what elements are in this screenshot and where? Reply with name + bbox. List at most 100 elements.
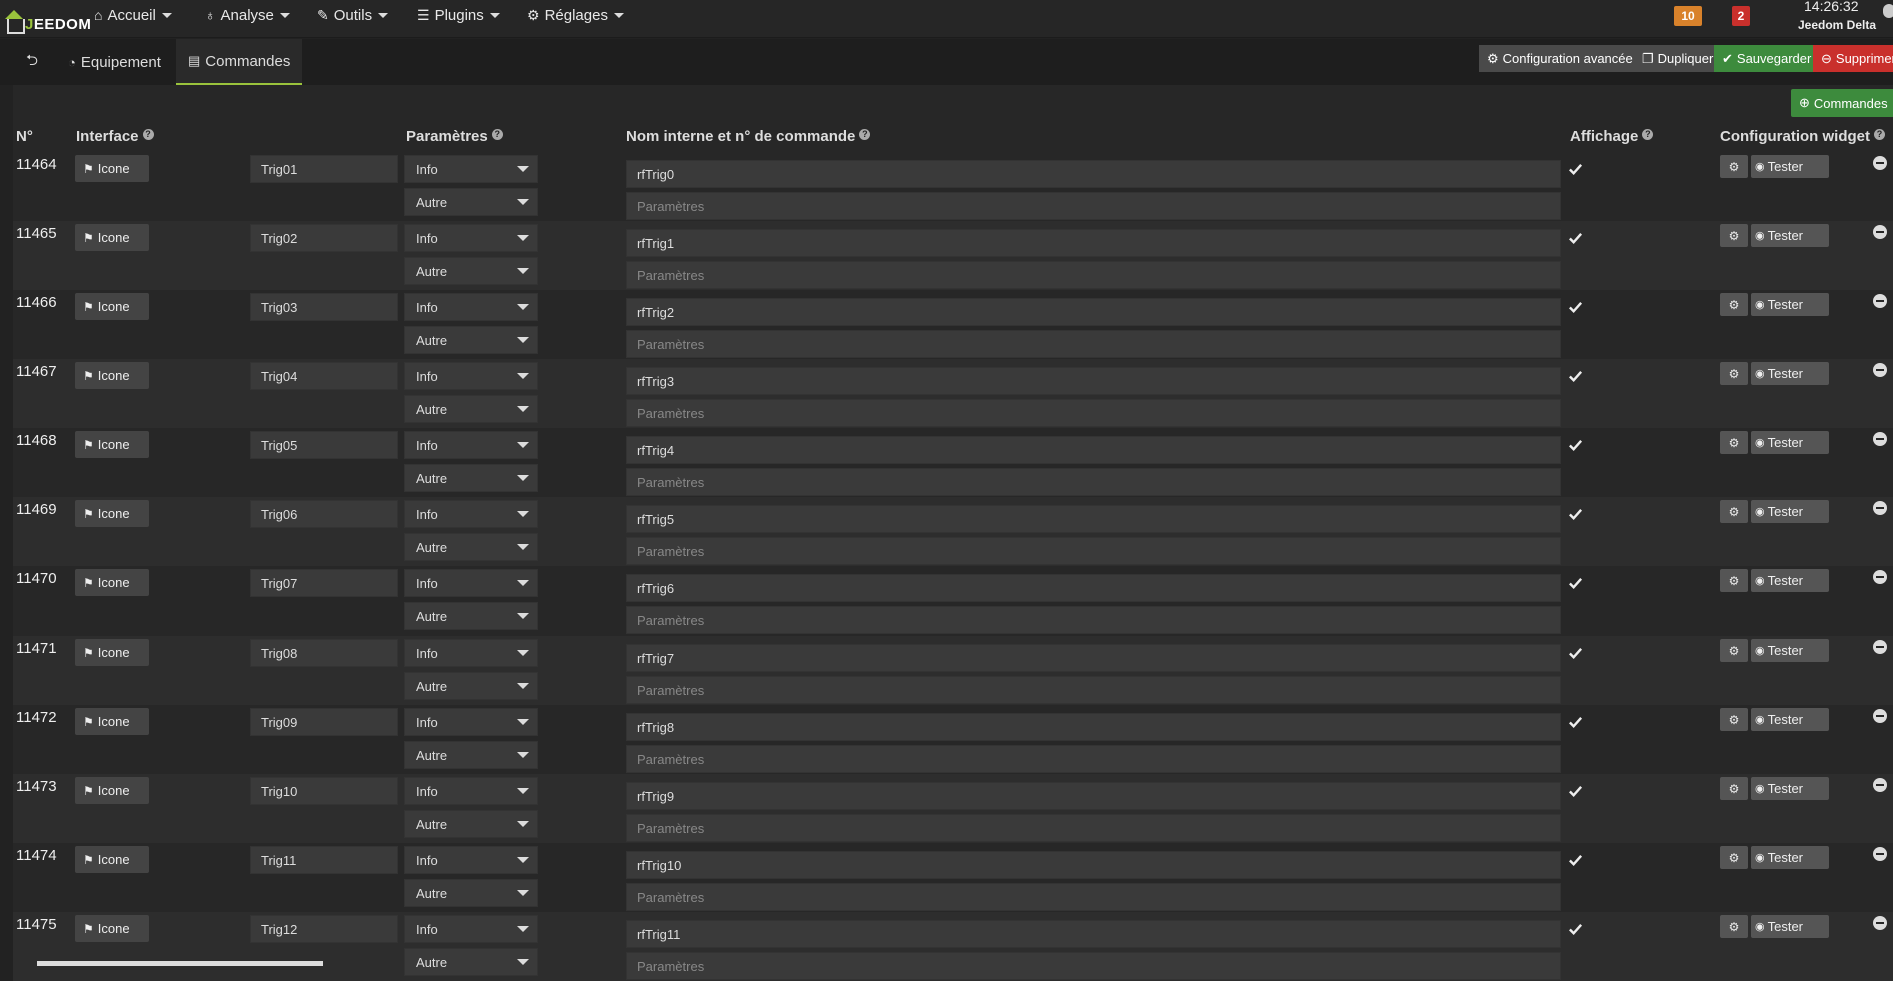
check-icon[interactable] xyxy=(1568,922,1583,937)
parameters-input[interactable]: Paramètres xyxy=(626,952,1561,980)
check-icon[interactable] xyxy=(1568,646,1583,661)
subtype-select[interactable]: Autre xyxy=(404,533,538,561)
user-menu-icon[interactable] xyxy=(1883,4,1893,18)
choose-icon-button[interactable]: ⚑ Icone xyxy=(75,846,149,873)
test-button[interactable]: ◉ Tester xyxy=(1751,639,1829,662)
parameters-input[interactable]: Paramètres xyxy=(626,192,1561,220)
duplicate-button[interactable]: ❐ Dupliquer xyxy=(1634,45,1722,72)
choose-icon-button[interactable]: ⚑ Icone xyxy=(75,431,149,458)
remove-command-icon[interactable] xyxy=(1873,847,1887,861)
subtype-select[interactable]: Autre xyxy=(404,326,538,354)
parameters-input[interactable]: Paramètres xyxy=(626,814,1561,842)
type-select[interactable]: Info xyxy=(404,431,538,459)
remove-command-icon[interactable] xyxy=(1873,225,1887,239)
menu-analyse[interactable]: ♁ Analyse xyxy=(205,0,290,30)
type-select[interactable]: Info xyxy=(404,915,538,943)
command-name-input[interactable]: Trig11 xyxy=(250,846,398,874)
logical-id-input[interactable]: rfTrig7 xyxy=(626,644,1561,672)
widget-config-button[interactable]: ⚙ xyxy=(1720,362,1748,385)
tab-equipement[interactable]: ◔ Equipement xyxy=(56,39,173,85)
choose-icon-button[interactable]: ⚑ Icone xyxy=(75,569,149,596)
choose-icon-button[interactable]: ⚑ Icone xyxy=(75,224,149,251)
choose-icon-button[interactable]: ⚑ Icone xyxy=(75,708,149,735)
widget-config-button[interactable]: ⚙ xyxy=(1720,708,1748,731)
remove-command-icon[interactable] xyxy=(1873,709,1887,723)
check-icon[interactable] xyxy=(1568,507,1583,522)
choose-icon-button[interactable]: ⚑ Icone xyxy=(75,362,149,389)
logical-id-input[interactable]: rfTrig3 xyxy=(626,367,1561,395)
parameters-input[interactable]: Paramètres xyxy=(626,468,1561,496)
logical-id-input[interactable]: rfTrig6 xyxy=(626,574,1561,602)
subtype-select[interactable]: Autre xyxy=(404,672,538,700)
remove-command-icon[interactable] xyxy=(1873,570,1887,584)
check-icon[interactable] xyxy=(1568,231,1583,246)
widget-config-button[interactable]: ⚙ xyxy=(1720,155,1748,178)
test-button[interactable]: ◉ Tester xyxy=(1751,293,1829,316)
command-name-input[interactable]: Trig08 xyxy=(250,639,398,667)
choose-icon-button[interactable]: ⚑ Icone xyxy=(75,293,149,320)
logical-id-input[interactable]: rfTrig2 xyxy=(626,298,1561,326)
test-button[interactable]: ◉ Tester xyxy=(1751,569,1829,592)
test-button[interactable]: ◉ Tester xyxy=(1751,846,1829,869)
advanced-config-button[interactable]: ⚙ Configuration avancée xyxy=(1479,45,1641,72)
command-name-input[interactable]: Trig04 xyxy=(250,362,398,390)
remove-command-icon[interactable] xyxy=(1873,916,1887,930)
jeedom-logo[interactable]: JEEDOM xyxy=(3,6,91,34)
remove-command-icon[interactable] xyxy=(1873,640,1887,654)
parameters-input[interactable]: Paramètres xyxy=(626,745,1561,773)
type-select[interactable]: Info xyxy=(404,362,538,390)
subtype-select[interactable]: Autre xyxy=(404,948,538,976)
type-select[interactable]: Info xyxy=(404,569,538,597)
remove-command-icon[interactable] xyxy=(1873,778,1887,792)
logical-id-input[interactable]: rfTrig4 xyxy=(626,436,1561,464)
test-button[interactable]: ◉ Tester xyxy=(1751,708,1829,731)
warning-badge[interactable]: 10 xyxy=(1674,6,1702,26)
horizontal-scrollbar[interactable] xyxy=(37,961,323,966)
subtype-select[interactable]: Autre xyxy=(404,810,538,838)
widget-config-button[interactable]: ⚙ xyxy=(1720,777,1748,800)
menu-outils[interactable]: ✎ Outils xyxy=(317,0,389,30)
command-name-input[interactable]: Trig02 xyxy=(250,224,398,252)
choose-icon-button[interactable]: ⚑ Icone xyxy=(75,639,149,666)
remove-command-icon[interactable] xyxy=(1873,501,1887,515)
parameters-input[interactable]: Paramètres xyxy=(626,261,1561,289)
type-select[interactable]: Info xyxy=(404,224,538,252)
type-select[interactable]: Info xyxy=(404,708,538,736)
check-icon[interactable] xyxy=(1568,576,1583,591)
type-select[interactable]: Info xyxy=(404,155,538,183)
widget-config-button[interactable]: ⚙ xyxy=(1720,224,1748,247)
delete-button[interactable]: ⊖ Supprimer xyxy=(1813,45,1893,72)
parameters-input[interactable]: Paramètres xyxy=(626,330,1561,358)
subtype-select[interactable]: Autre xyxy=(404,257,538,285)
command-name-input[interactable]: Trig01 xyxy=(250,155,398,183)
remove-command-icon[interactable] xyxy=(1873,432,1887,446)
check-icon[interactable] xyxy=(1568,715,1583,730)
logical-id-input[interactable]: rfTrig5 xyxy=(626,505,1561,533)
type-select[interactable]: Info xyxy=(404,500,538,528)
widget-config-button[interactable]: ⚙ xyxy=(1720,293,1748,316)
logical-id-input[interactable]: rfTrig0 xyxy=(626,160,1561,188)
subtype-select[interactable]: Autre xyxy=(404,188,538,216)
widget-config-button[interactable]: ⚙ xyxy=(1720,569,1748,592)
tab-commandes[interactable]: ▤ Commandes xyxy=(176,39,303,85)
remove-command-icon[interactable] xyxy=(1873,156,1887,170)
widget-config-button[interactable]: ⚙ xyxy=(1720,500,1748,523)
command-name-input[interactable]: Trig09 xyxy=(250,708,398,736)
logical-id-input[interactable]: rfTrig10 xyxy=(626,851,1561,879)
test-button[interactable]: ◉ Tester xyxy=(1751,155,1829,178)
parameters-input[interactable]: Paramètres xyxy=(626,399,1561,427)
parameters-input[interactable]: Paramètres xyxy=(626,537,1561,565)
type-select[interactable]: Info xyxy=(404,846,538,874)
logical-id-input[interactable]: rfTrig9 xyxy=(626,782,1561,810)
remove-command-icon[interactable] xyxy=(1873,294,1887,308)
check-icon[interactable] xyxy=(1568,162,1583,177)
check-icon[interactable] xyxy=(1568,784,1583,799)
check-icon[interactable] xyxy=(1568,438,1583,453)
subtype-select[interactable]: Autre xyxy=(404,464,538,492)
choose-icon-button[interactable]: ⚑ Icone xyxy=(75,915,149,942)
logical-id-input[interactable]: rfTrig8 xyxy=(626,713,1561,741)
command-name-input[interactable]: Trig03 xyxy=(250,293,398,321)
menu-accueil[interactable]: ⌂ Accueil xyxy=(94,0,172,30)
test-button[interactable]: ◉ Tester xyxy=(1751,915,1829,938)
type-select[interactable]: Info xyxy=(404,777,538,805)
